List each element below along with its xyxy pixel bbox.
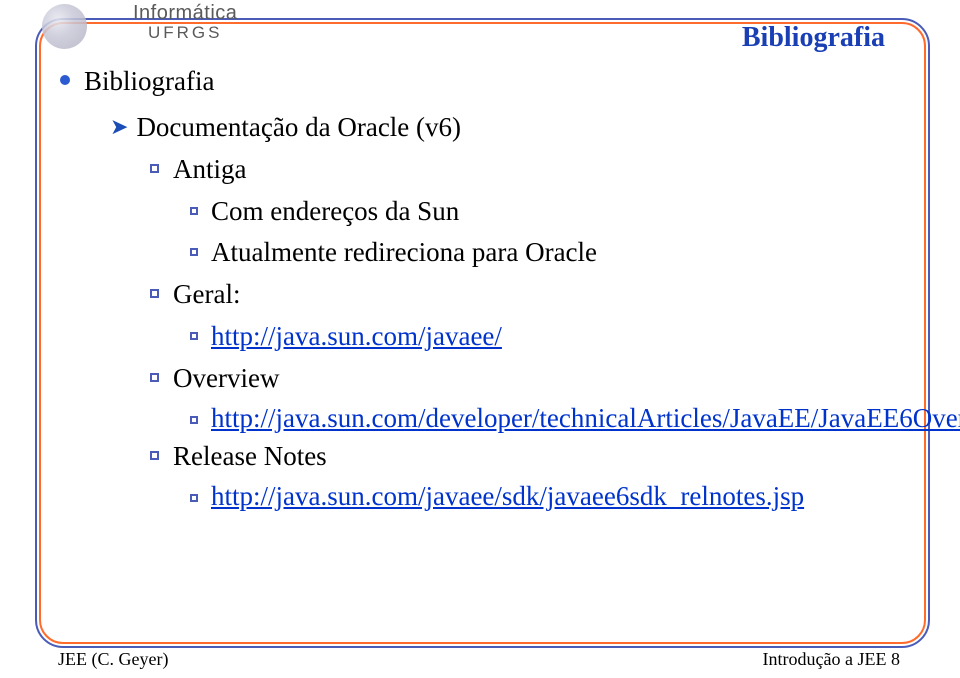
small-square-bullet-icon (190, 248, 198, 256)
bullet-lvl2: ➤ Documentação da Oracle (v6) (110, 107, 900, 149)
lvl2-text: Documentação da Oracle (v6) (136, 107, 461, 149)
link-overview[interactable]: http://java.sun.com/developer/technicalA… (211, 400, 960, 436)
lvl4-text-redir: Atualmente redireciona para Oracle (211, 232, 597, 274)
bullet-lvl3-antiga: Antiga (150, 149, 900, 191)
footer-right: Introdução a JEE 8 (763, 649, 900, 670)
small-square-bullet-icon (190, 494, 198, 502)
small-square-bullet-icon (190, 416, 198, 424)
bullet-lvl4-link-overview: http://java.sun.com/developer/technicalA… (190, 400, 900, 436)
logo-globe-icon (42, 4, 87, 49)
lvl4-text-sun: Com endereços da Sun (211, 191, 459, 233)
lvl3-text-antiga: Antiga (173, 149, 247, 191)
circle-bullet-icon (60, 75, 70, 85)
small-square-bullet-icon (190, 207, 198, 215)
lvl3-text-geral: Geral: (173, 274, 240, 316)
lvl3-text-relnotes: Release Notes (173, 436, 327, 478)
bullet-lvl4-sun: Com endereços da Sun (190, 191, 900, 233)
bullet-lvl4-redir: Atualmente redireciona para Oracle (190, 232, 900, 274)
lvl3-text-overview: Overview (173, 358, 279, 400)
slide-footer: JEE (C. Geyer) Introdução a JEE 8 (58, 649, 900, 670)
bullet-lvl3-overview: Overview (150, 358, 900, 400)
square-bullet-icon (150, 451, 159, 460)
bullet-lvl3-geral: Geral: (150, 274, 900, 316)
logo-line1: Informática (133, 2, 237, 25)
bullet-lvl4-link-relnotes: http://java.sun.com/javaee/sdk/javaee6sd… (190, 478, 900, 514)
footer-left: JEE (C. Geyer) (58, 649, 168, 670)
bullet-lvl1: Bibliografia (60, 61, 900, 103)
small-square-bullet-icon (190, 332, 198, 340)
logo-area: Informática UFRGS (42, 0, 237, 49)
square-bullet-icon (150, 289, 159, 298)
link-relnotes[interactable]: http://java.sun.com/javaee/sdk/javaee6sd… (211, 478, 804, 514)
logo-text: Informática UFRGS (133, 2, 237, 43)
arrow-bullet-icon: ➤ (110, 107, 128, 147)
square-bullet-icon (150, 164, 159, 173)
slide-title: Bibliografia (742, 22, 885, 54)
slide-content: Bibliografia ➤ Documentação da Oracle (v… (60, 55, 900, 514)
bullet-lvl3-relnotes: Release Notes (150, 436, 900, 478)
logo-line2: UFRGS (148, 23, 223, 43)
bullet-lvl4-link-javaee: http://java.sun.com/javaee/ (190, 316, 900, 358)
link-javaee[interactable]: http://java.sun.com/javaee/ (211, 316, 502, 358)
lvl1-text: Bibliografia (84, 61, 214, 103)
square-bullet-icon (150, 373, 159, 382)
